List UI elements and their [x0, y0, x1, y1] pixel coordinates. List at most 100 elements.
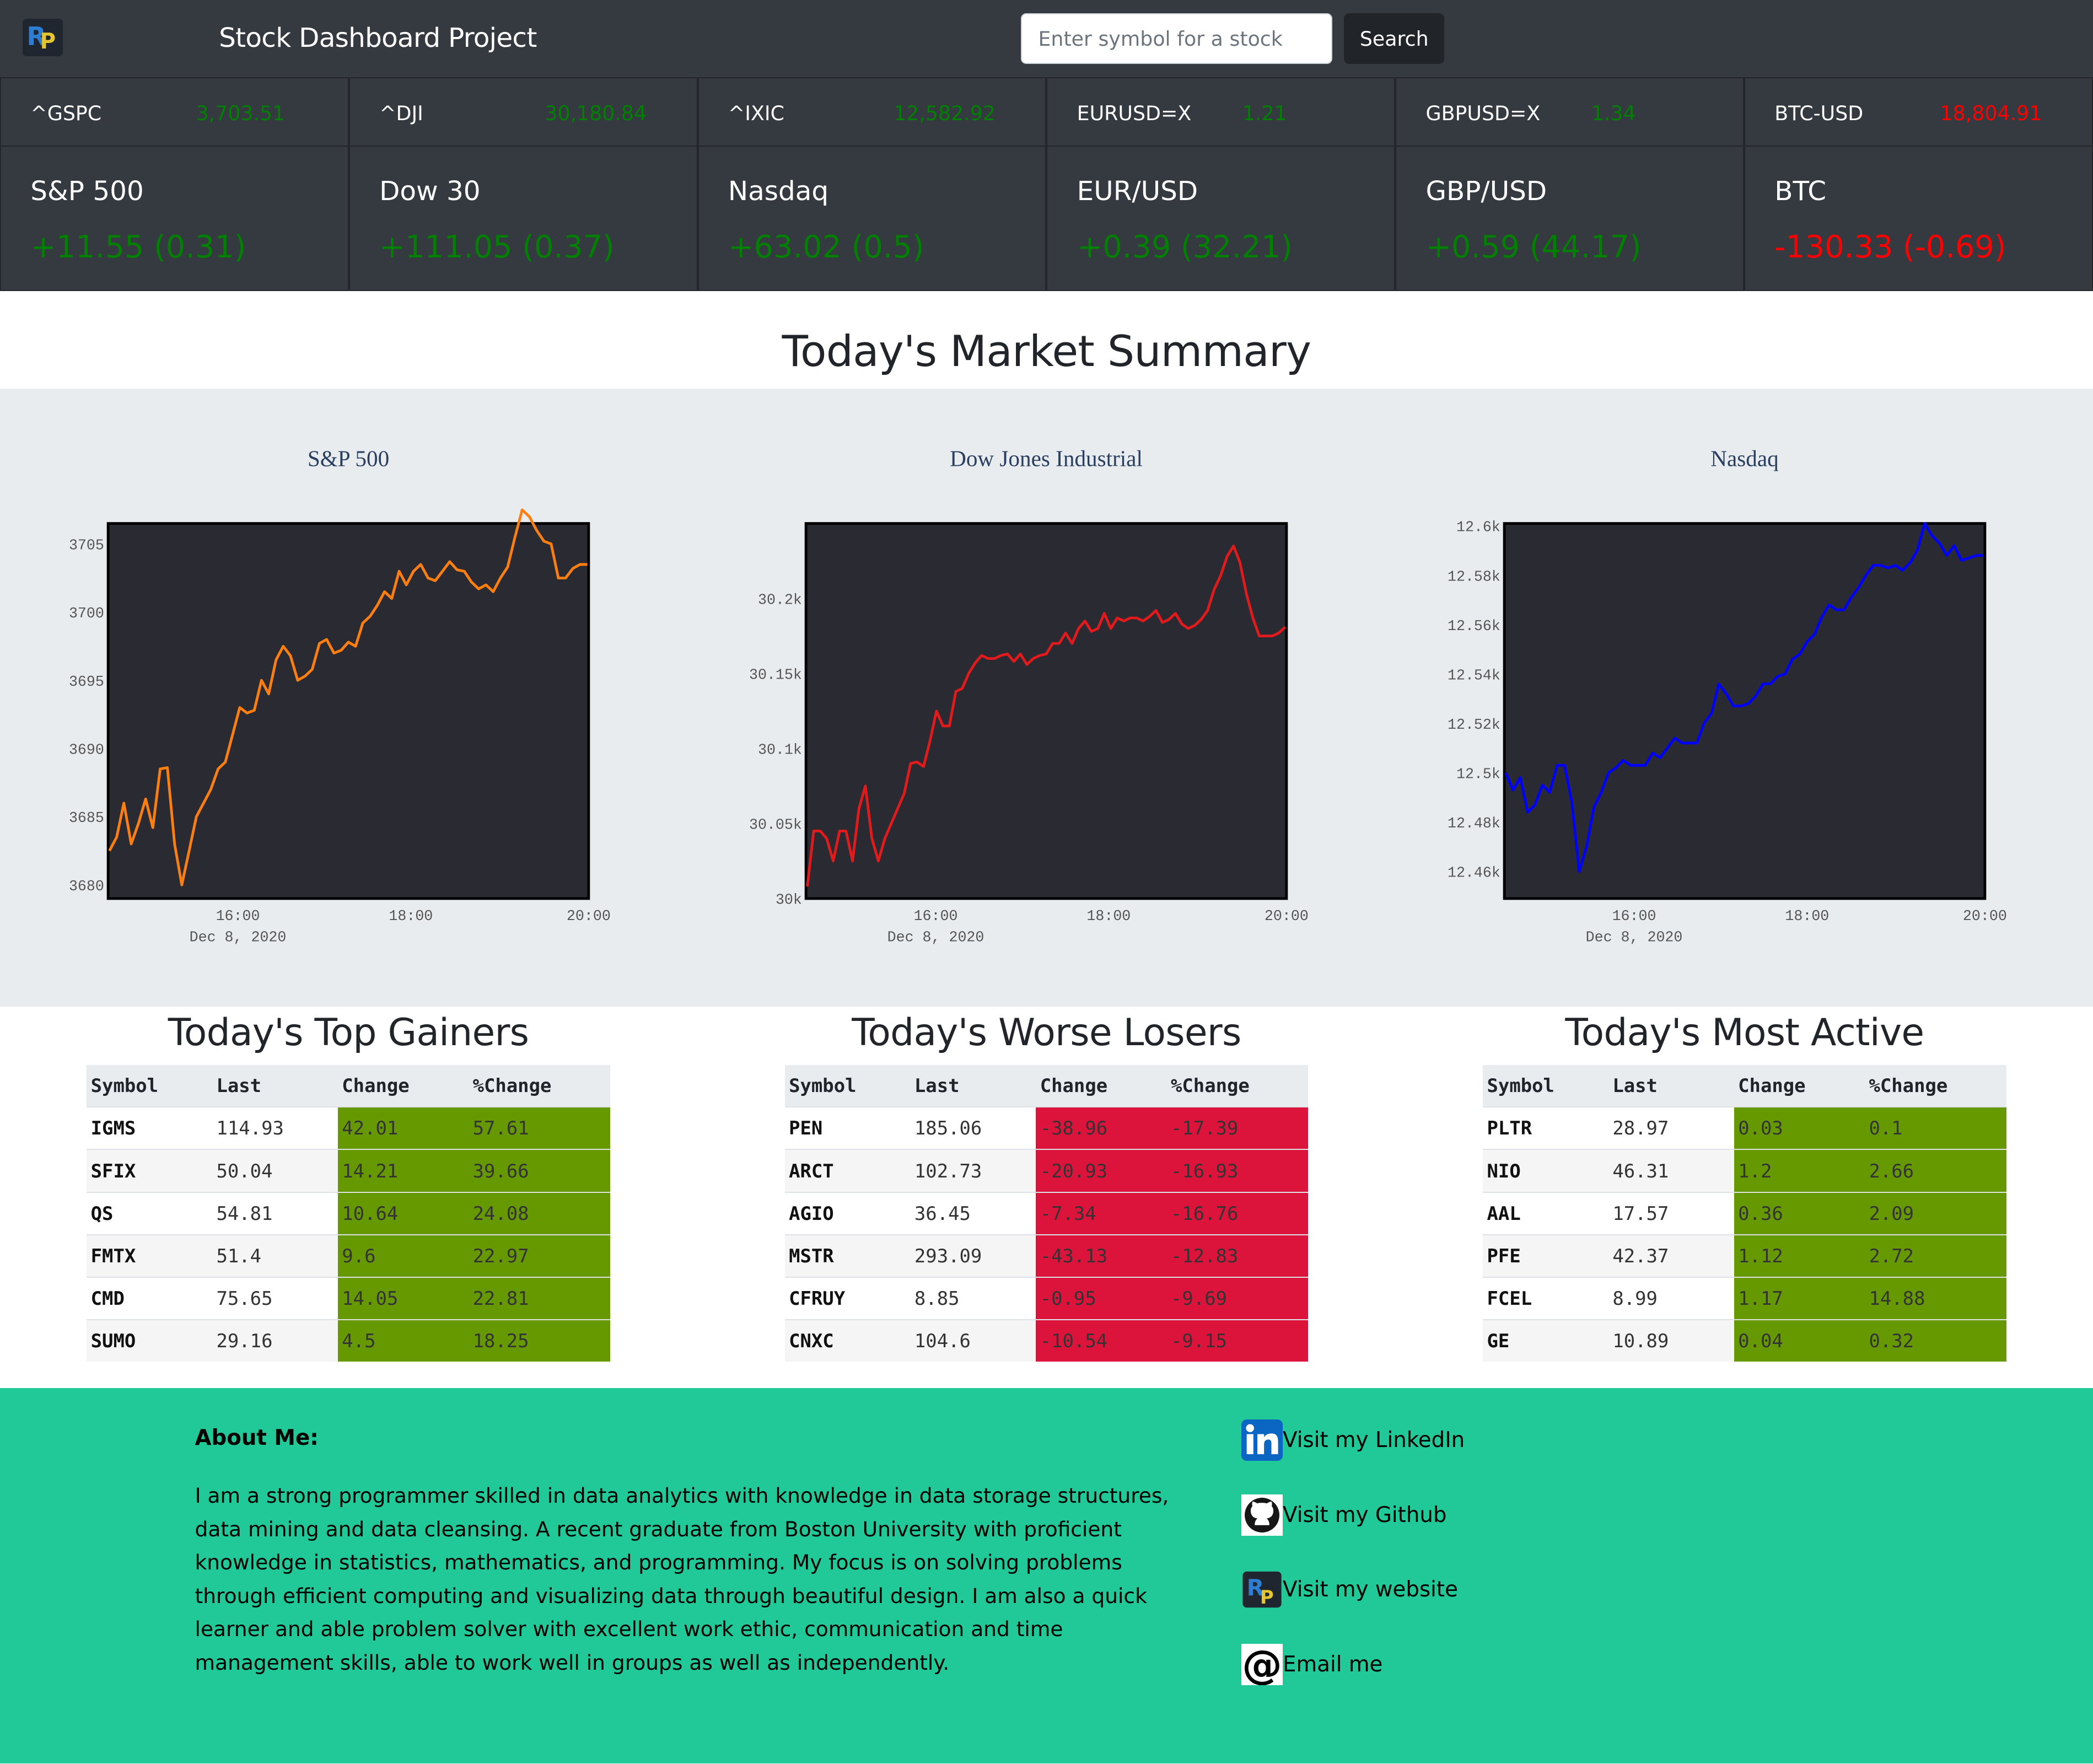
- about-title: About Me:: [195, 1426, 319, 1451]
- table-row: AAL 17.57 0.36 2.09: [1483, 1191, 2006, 1235]
- symbol-cell: QS: [87, 1191, 213, 1235]
- symbol-cell: CNXC: [784, 1319, 911, 1362]
- column-header: %Change: [1865, 1065, 2006, 1107]
- change-cell: 0.03: [1734, 1106, 1865, 1150]
- table-row: PFE 42.37 1.12 2.72: [1483, 1234, 2006, 1277]
- column-header: Symbol: [87, 1065, 213, 1107]
- active-table: Symbol Last Change %Change PLTR 28.97 0.03 0.1 N…: [1483, 1065, 2006, 1362]
- email-label[interactable]: Email me: [1283, 1652, 1382, 1677]
- stock-search-input[interactable]: [1021, 13, 1332, 64]
- last-cell: 29.16: [212, 1319, 338, 1362]
- linkedin-icon: [1241, 1419, 1283, 1461]
- plot-area[interactable]: [805, 521, 1288, 900]
- y-tick-label: 12.5k: [1456, 766, 1500, 782]
- y-tick-label: 30.15k: [749, 666, 802, 683]
- y-tick-label: 3690: [69, 741, 104, 758]
- ticker-change: -130.33 (-0.69): [1774, 229, 2006, 266]
- pct-change-cell: -16.93: [1166, 1149, 1309, 1192]
- change-cell: -7.34: [1036, 1191, 1167, 1235]
- website-label[interactable]: Visit my website: [1283, 1577, 1458, 1602]
- about-text: I am a strong programmer skilled in data…: [195, 1483, 1169, 1675]
- column-header: Last: [212, 1065, 338, 1107]
- ticker-card-ixic: ^IXIC 12,582.92 Nasdaq +63.02 (0.5): [697, 77, 1047, 291]
- chart-nasdaq[interactable]: Nasdaq 12.46k 12.48k 12.5k 12.52k 12.54k 12.56…: [1396, 389, 2093, 1007]
- table-row: AGIO 36.45 -7.34 -16.76: [784, 1191, 1309, 1235]
- table-row: NIO 46.31 1.2 2.66: [1483, 1149, 2006, 1192]
- symbol-cell: ARCT: [784, 1149, 911, 1192]
- change-cell: 14.21: [338, 1149, 469, 1192]
- last-cell: 114.93: [212, 1106, 338, 1150]
- change-cell: -10.54: [1036, 1319, 1167, 1362]
- site-title[interactable]: Stock Dashboard Project: [219, 23, 537, 53]
- ticker-name: Nasdaq: [728, 176, 829, 207]
- symbol-cell: NIO: [1483, 1149, 1609, 1192]
- y-tick-label: 12.54k: [1448, 667, 1500, 684]
- losers-table: Symbol Last Change %Change PEN 185.06 -38.96 -1…: [784, 1065, 1309, 1362]
- ticker-symbol: ^GSPC: [30, 101, 102, 125]
- plot-area[interactable]: [106, 521, 590, 900]
- ticker-name: GBP/USD: [1425, 176, 1547, 207]
- pct-change-cell: -9.69: [1166, 1276, 1309, 1320]
- ticker-change: +111.05 (0.37): [379, 229, 615, 266]
- x-axis-date: Dec 8, 2020: [1586, 929, 1683, 945]
- chart-dow-svg[interactable]: Dow Jones Industrial 30k 30.05k 30.1k 30.15k…: [698, 389, 1395, 1007]
- email-link[interactable]: @ Email me: [1241, 1642, 1382, 1688]
- losers-title: Today's Worse Losers: [852, 1010, 1241, 1055]
- ticker-card-gspc: ^GSPC 3,703.51 S&P 500 +11.55 (0.31): [0, 77, 349, 291]
- market-summary-title: Today's Market Summary: [782, 327, 1311, 377]
- pct-change-cell: 22.97: [469, 1234, 610, 1277]
- change-cell: 1.12: [1734, 1234, 1865, 1277]
- table-row: CMD 75.65 14.05 22.81: [87, 1276, 610, 1320]
- ticker-price: 30,180.84: [545, 101, 647, 125]
- github-link[interactable]: Visit my Github: [1241, 1494, 1447, 1536]
- chart-title: S&P 500: [308, 445, 389, 471]
- ticker-change: +0.59 (44.17): [1425, 229, 1642, 266]
- change-cell: -20.93: [1036, 1149, 1167, 1192]
- ticker-name: Dow 30: [379, 176, 481, 207]
- symbol-cell: AAL: [1483, 1191, 1609, 1235]
- symbol-cell: SFIX: [87, 1149, 213, 1192]
- table-row: PEN 185.06 -38.96 -17.39: [784, 1106, 1309, 1150]
- chart-sp500[interactable]: S&P 500 3680 3685 3690 3695 3700 3705 16:00 18:0…: [0, 389, 697, 1007]
- y-tick-label: 30.2k: [758, 591, 802, 608]
- market-charts: S&P 500 3680 3685 3690 3695 3700 3705 16:00 18:0…: [0, 388, 2093, 1007]
- chart-sp500-svg[interactable]: S&P 500 3680 3685 3690 3695 3700 3705 16:00 18:0…: [0, 389, 697, 1007]
- y-tick-label: 12.48k: [1448, 815, 1500, 832]
- x-axis-date: Dec 8, 2020: [190, 929, 287, 945]
- table-header-row: Symbol Last Change %Change: [1483, 1065, 2006, 1107]
- navbar: RP Stock Dashboard Project Search: [0, 0, 2093, 78]
- ticker-symbol: EURUSD=X: [1077, 101, 1192, 125]
- table-row: IGMS 114.93 42.01 57.61: [87, 1106, 610, 1150]
- symbol-cell: CFRUY: [784, 1276, 911, 1320]
- last-cell: 8.99: [1608, 1276, 1734, 1320]
- change-cell: 42.01: [338, 1106, 469, 1150]
- linkedin-link[interactable]: Visit my LinkedIn: [1241, 1419, 1465, 1461]
- table-row: MSTR 293.09 -43.13 -12.83: [784, 1234, 1309, 1277]
- ticker-name: S&P 500: [30, 176, 144, 207]
- change-cell: 9.6: [338, 1234, 469, 1277]
- github-label[interactable]: Visit my Github: [1283, 1503, 1446, 1528]
- svg-text:P: P: [1260, 1586, 1274, 1608]
- last-cell: 10.89: [1608, 1319, 1734, 1362]
- pct-change-cell: 2.09: [1865, 1191, 2006, 1235]
- table-row: SFIX 50.04 14.21 39.66: [87, 1149, 610, 1192]
- ticker-change: +63.02 (0.5): [728, 229, 924, 266]
- linkedin-label[interactable]: Visit my LinkedIn: [1283, 1428, 1465, 1453]
- column-header: Last: [1608, 1065, 1734, 1107]
- column-header: %Change: [1166, 1065, 1309, 1107]
- column-header: Symbol: [784, 1065, 911, 1107]
- column-header: Change: [1036, 1065, 1167, 1107]
- gainers-table: Symbol Last Change %Change IGMS 114.93 42.01 57…: [87, 1065, 610, 1362]
- chart-dow[interactable]: Dow Jones Industrial 30k 30.05k 30.1k 30.15k…: [698, 389, 1395, 1007]
- last-cell: 17.57: [1608, 1191, 1734, 1235]
- table-row: GE 10.89 0.04 0.32: [1483, 1319, 2006, 1362]
- x-tick-label: 18:00: [389, 907, 433, 924]
- last-cell: 46.31: [1608, 1149, 1734, 1192]
- last-cell: 102.73: [910, 1149, 1036, 1192]
- table-row: ARCT 102.73 -20.93 -16.93: [784, 1149, 1309, 1192]
- website-link[interactable]: RP Visit my website: [1241, 1568, 1458, 1611]
- site-logo-icon[interactable]: RP: [23, 18, 63, 56]
- chart-nasdaq-svg[interactable]: Nasdaq 12.46k 12.48k 12.5k 12.52k 12.54k 12.56…: [1396, 389, 2093, 1007]
- ticker-symbol: BTC-USD: [1774, 101, 1864, 125]
- search-button[interactable]: Search: [1344, 13, 1445, 64]
